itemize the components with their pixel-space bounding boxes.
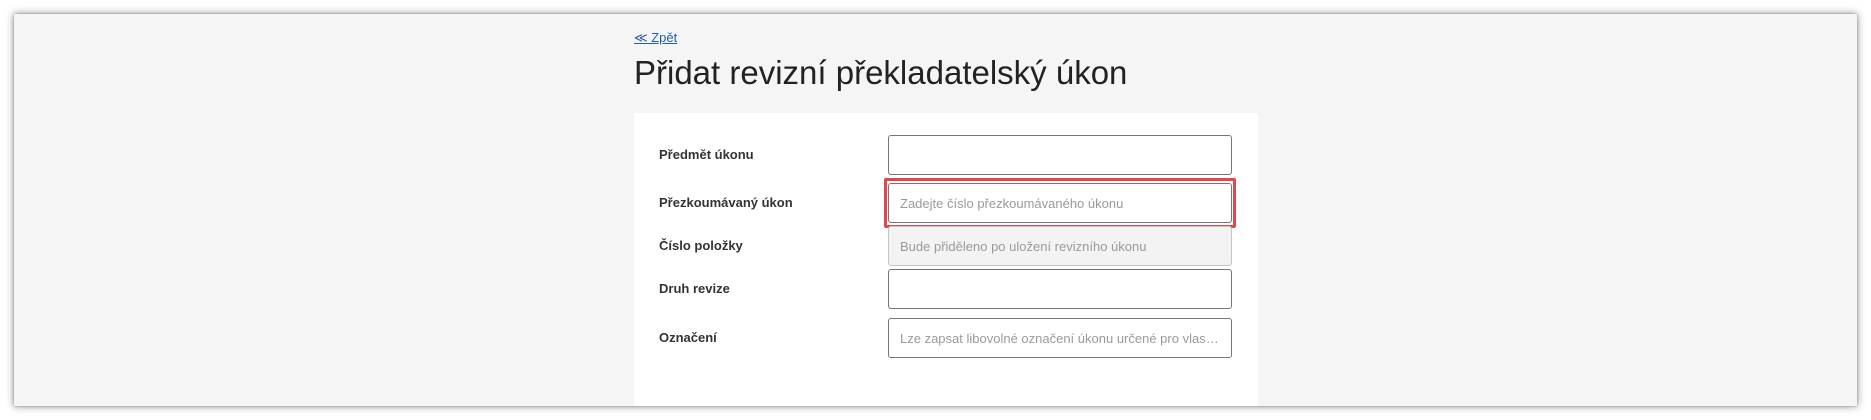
oznaceni-input[interactable]: [888, 318, 1232, 358]
predmet-ukonu-label: Předmět úkonu: [659, 147, 754, 162]
form-row-prezkoumavany-ukon: Přezkoumávaný úkon: [634, 178, 1258, 228]
form-row-cislo-polozky: Číslo položky: [634, 226, 1258, 266]
form-row-predmet-ukonu: Předmět úkonu: [634, 135, 1258, 175]
form-card: Předmět úkonu Přezkoumávaný úkon Číslo p…: [634, 113, 1258, 406]
cislo-polozky-input: [888, 226, 1232, 266]
app-window: ≪ Zpět Přidat revizní překladatelský úko…: [14, 14, 1857, 406]
prezkoumavany-ukon-input[interactable]: [888, 183, 1232, 223]
druh-revize-label: Druh revize: [659, 281, 730, 296]
form-row-oznaceni: Označení: [634, 318, 1258, 358]
predmet-ukonu-input[interactable]: [888, 135, 1232, 175]
back-link[interactable]: ≪ Zpět: [634, 30, 677, 46]
form-row-druh-revize: Druh revize: [634, 269, 1258, 309]
druh-revize-input[interactable]: [888, 269, 1232, 309]
oznaceni-label: Označení: [659, 330, 717, 345]
page-title: Přidat revizní překladatelský úkon: [634, 54, 1128, 91]
cislo-polozky-label: Číslo položky: [659, 238, 743, 253]
prezkoumavany-ukon-label: Přezkoumávaný úkon: [659, 195, 793, 210]
screenshot-frame: ≪ Zpět Přidat revizní překladatelský úko…: [0, 0, 1871, 420]
